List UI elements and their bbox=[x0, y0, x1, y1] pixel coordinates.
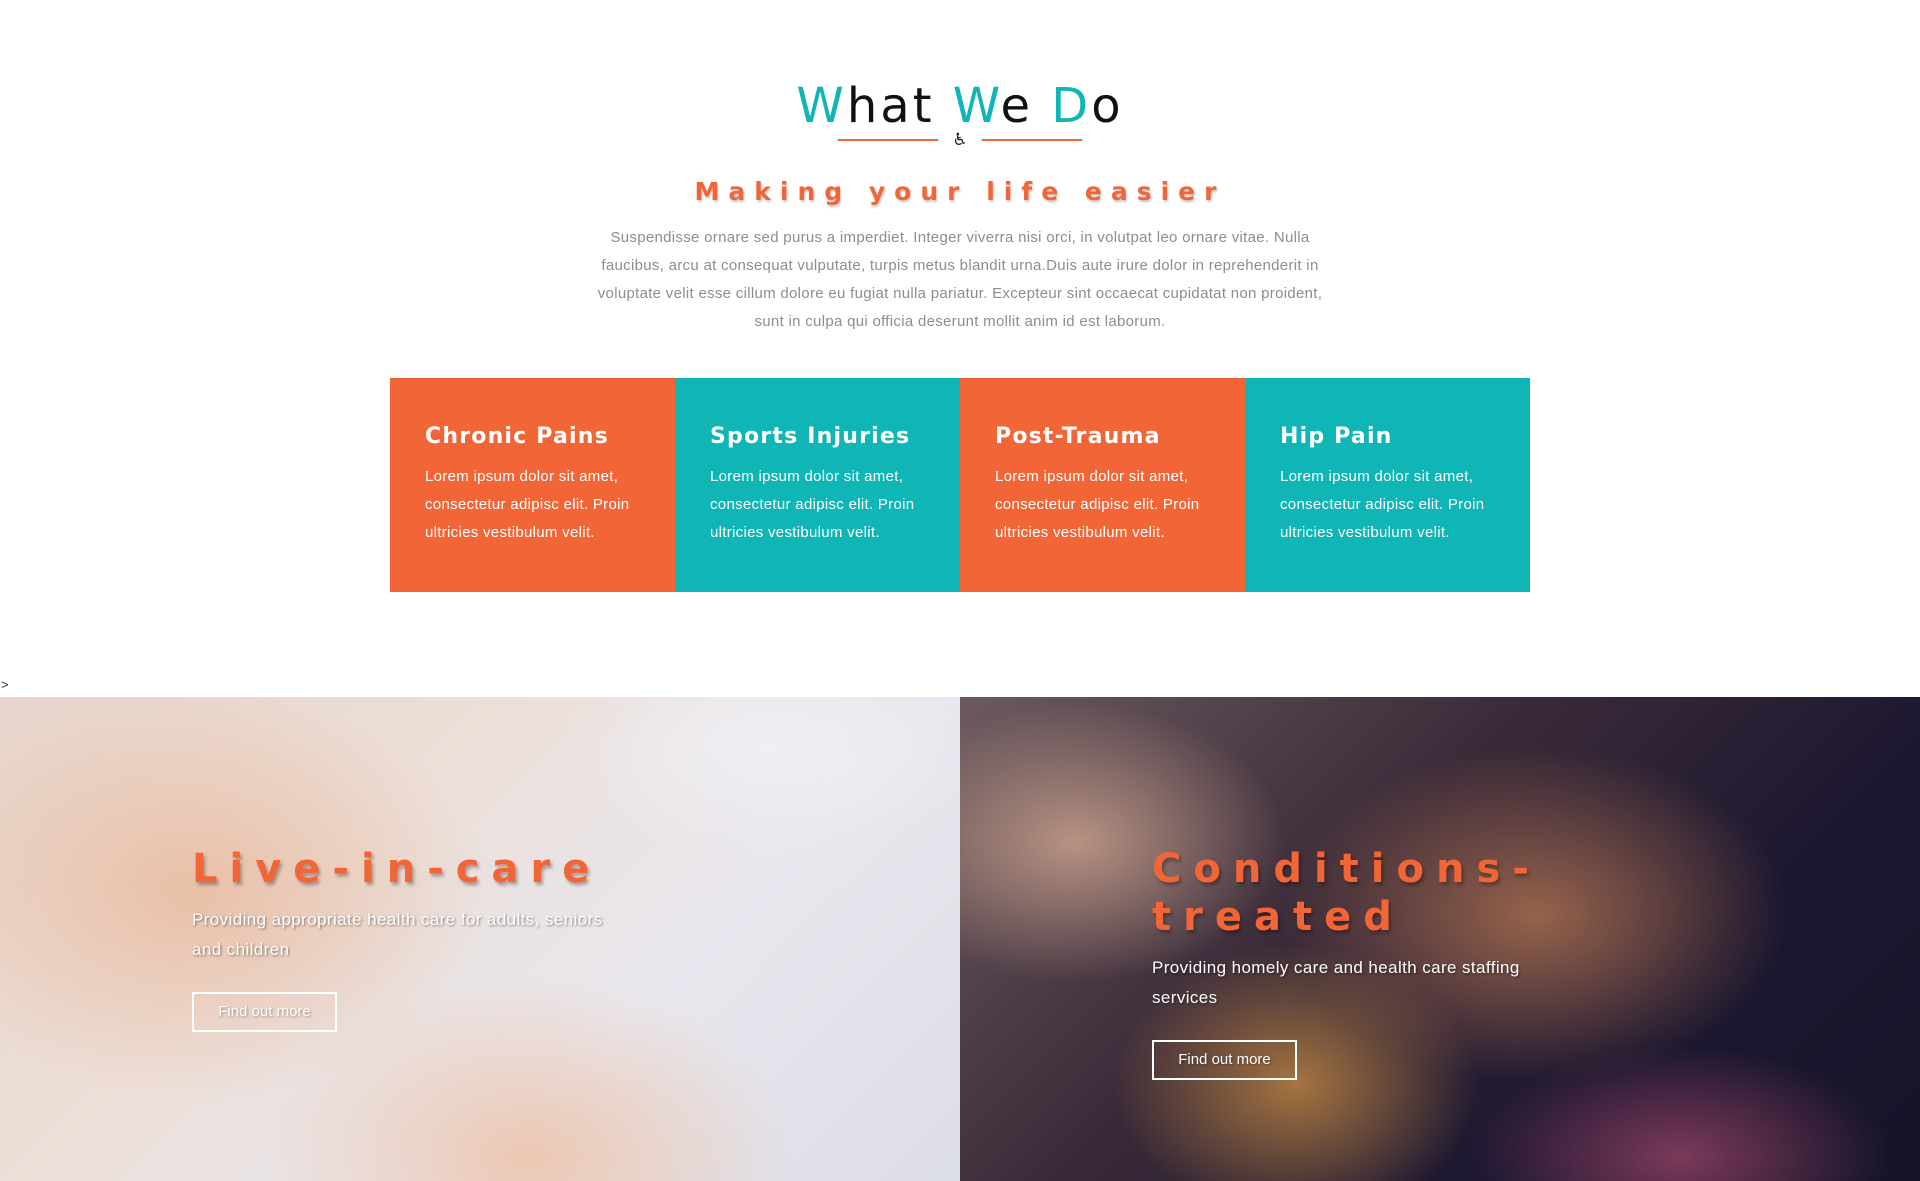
service-card-post-trauma: Post-Trauma Lorem ipsum dolor sit amet, … bbox=[960, 378, 1245, 592]
divider-line-right bbox=[981, 139, 1082, 141]
service-card-title: Hip Pain bbox=[1280, 424, 1393, 449]
page: What We Do ♿ Making your life easier Sus… bbox=[0, 0, 1920, 1181]
feature-panel-conditions-treated: Conditions-treated Providing homely care… bbox=[960, 697, 1920, 1181]
title-part: o bbox=[1091, 78, 1124, 134]
wheelchair-icon: ♿ bbox=[952, 130, 968, 149]
service-cards: Chronic Pains Lorem ipsum dolor sit amet… bbox=[390, 378, 1530, 592]
feature-panel-title: Live-in-care bbox=[192, 846, 602, 892]
feature-panel-text: Providing appropriate health care for ad… bbox=[192, 910, 603, 959]
service-card-chronic-pains: Chronic Pains Lorem ipsum dolor sit amet… bbox=[390, 378, 675, 592]
service-card-text: Lorem ipsum dolor sit amet, consectetur … bbox=[1280, 468, 1485, 541]
intro-paragraph: Suspendisse ornare sed purus a imperdiet… bbox=[597, 229, 1323, 330]
feature-panel-live-in-care: Live-in-care Providing appropriate healt… bbox=[0, 697, 960, 1181]
service-card-text: Lorem ipsum dolor sit amet, consectetur … bbox=[425, 468, 630, 541]
feature-panel-text: Providing homely care and health care st… bbox=[1152, 958, 1520, 1007]
feature-panel-content: Conditions-treated Providing homely care… bbox=[1152, 845, 1592, 1080]
service-card-text: Lorem ipsum dolor sit amet, consectetur … bbox=[995, 468, 1200, 541]
find-out-more-button[interactable]: Find out more bbox=[192, 992, 337, 1032]
stray-text: > bbox=[1, 677, 9, 692]
title-part: W bbox=[952, 78, 1001, 134]
title-part: e bbox=[1000, 78, 1052, 134]
feature-panel-content: Live-in-care Providing appropriate healt… bbox=[192, 845, 632, 1032]
service-card-title: Post-Trauma bbox=[995, 424, 1161, 449]
title-divider: ♿ bbox=[0, 128, 1920, 152]
divider-line-left bbox=[838, 139, 939, 141]
service-card-title: Chronic Pains bbox=[425, 424, 609, 449]
title-part: W bbox=[796, 78, 847, 134]
feature-panel-title: Conditions-treated bbox=[1152, 846, 1541, 940]
service-card-text: Lorem ipsum dolor sit amet, consectetur … bbox=[710, 468, 915, 541]
service-card-hip-pain: Hip Pain Lorem ipsum dolor sit amet, con… bbox=[1245, 378, 1530, 592]
find-out-more-button[interactable]: Find out more bbox=[1152, 1040, 1297, 1080]
title-part: hat bbox=[846, 78, 953, 134]
service-card-title: Sports Injuries bbox=[710, 424, 911, 449]
section-title: What We Do bbox=[0, 78, 1920, 134]
service-card-sports-injuries: Sports Injuries Lorem ipsum dolor sit am… bbox=[675, 378, 960, 592]
section-subtitle: Making your life easier bbox=[694, 177, 1226, 206]
title-part: D bbox=[1051, 78, 1092, 134]
